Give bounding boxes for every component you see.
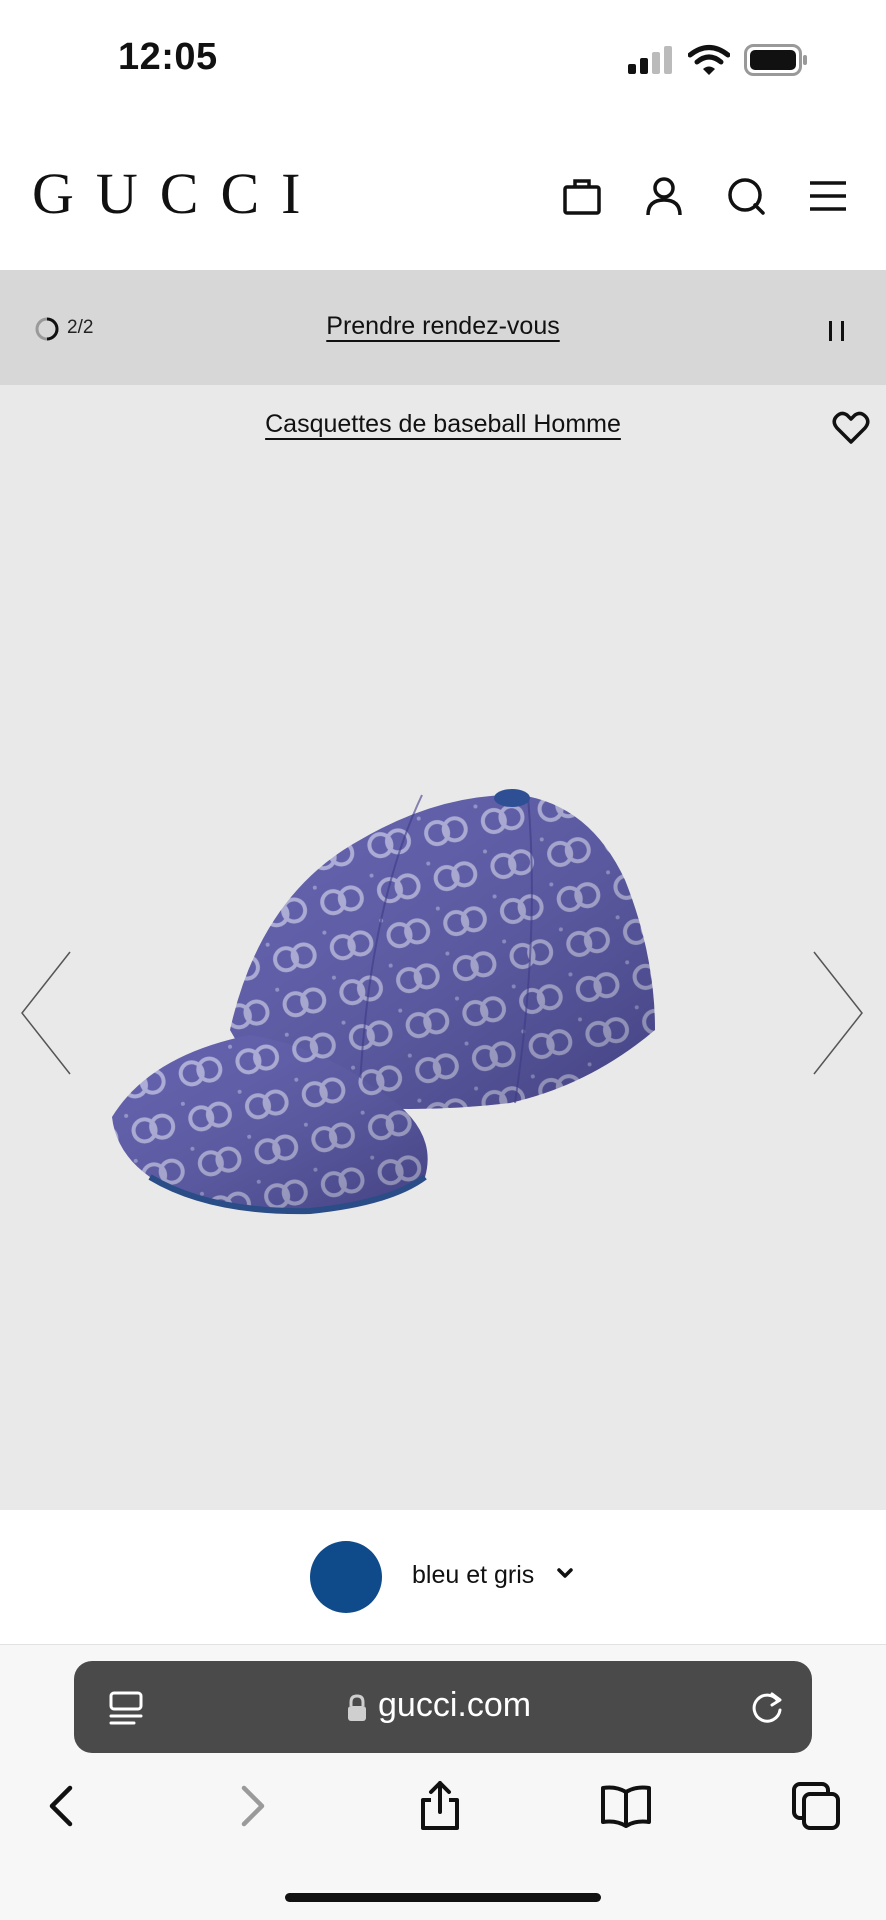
account-icon[interactable]	[642, 174, 686, 218]
lock-icon	[348, 1694, 366, 1721]
forward-icon[interactable]	[226, 1780, 278, 1832]
reload-icon[interactable]	[748, 1688, 786, 1726]
bag-icon[interactable]	[560, 174, 604, 218]
home-indicator	[285, 1893, 601, 1902]
tabs-icon[interactable]	[790, 1780, 842, 1832]
menu-icon[interactable]	[806, 174, 850, 218]
status-time: 12:05	[118, 36, 218, 78]
color-swatch[interactable]	[310, 1541, 382, 1613]
promo-link-wrapper: Prendre rendez-vous	[0, 312, 886, 341]
chevron-down-icon[interactable]	[556, 1567, 574, 1581]
color-label[interactable]: bleu et gris	[412, 1561, 534, 1590]
brand-logo[interactable]: GUCCI	[32, 158, 322, 230]
appointment-link[interactable]: Prendre rendez-vous	[326, 312, 559, 340]
reader-icon[interactable]	[108, 1690, 144, 1730]
wifi-icon	[688, 45, 730, 75]
url-text[interactable]: gucci.com	[378, 1686, 531, 1725]
bookmarks-icon[interactable]	[600, 1780, 652, 1832]
signal-icon	[628, 46, 672, 74]
chevron-left-icon[interactable]	[18, 950, 74, 1076]
heart-icon[interactable]	[832, 410, 870, 446]
chevron-right-icon[interactable]	[810, 950, 866, 1076]
pause-icon[interactable]	[826, 318, 848, 344]
breadcrumb[interactable]: Casquettes de baseball Homme	[265, 410, 621, 438]
search-icon[interactable]	[724, 174, 768, 218]
share-icon[interactable]	[414, 1780, 466, 1832]
product-image	[112, 789, 655, 1215]
back-icon[interactable]	[36, 1780, 88, 1832]
breadcrumb-wrapper: Casquettes de baseball Homme	[0, 410, 886, 439]
battery-icon	[744, 44, 807, 76]
